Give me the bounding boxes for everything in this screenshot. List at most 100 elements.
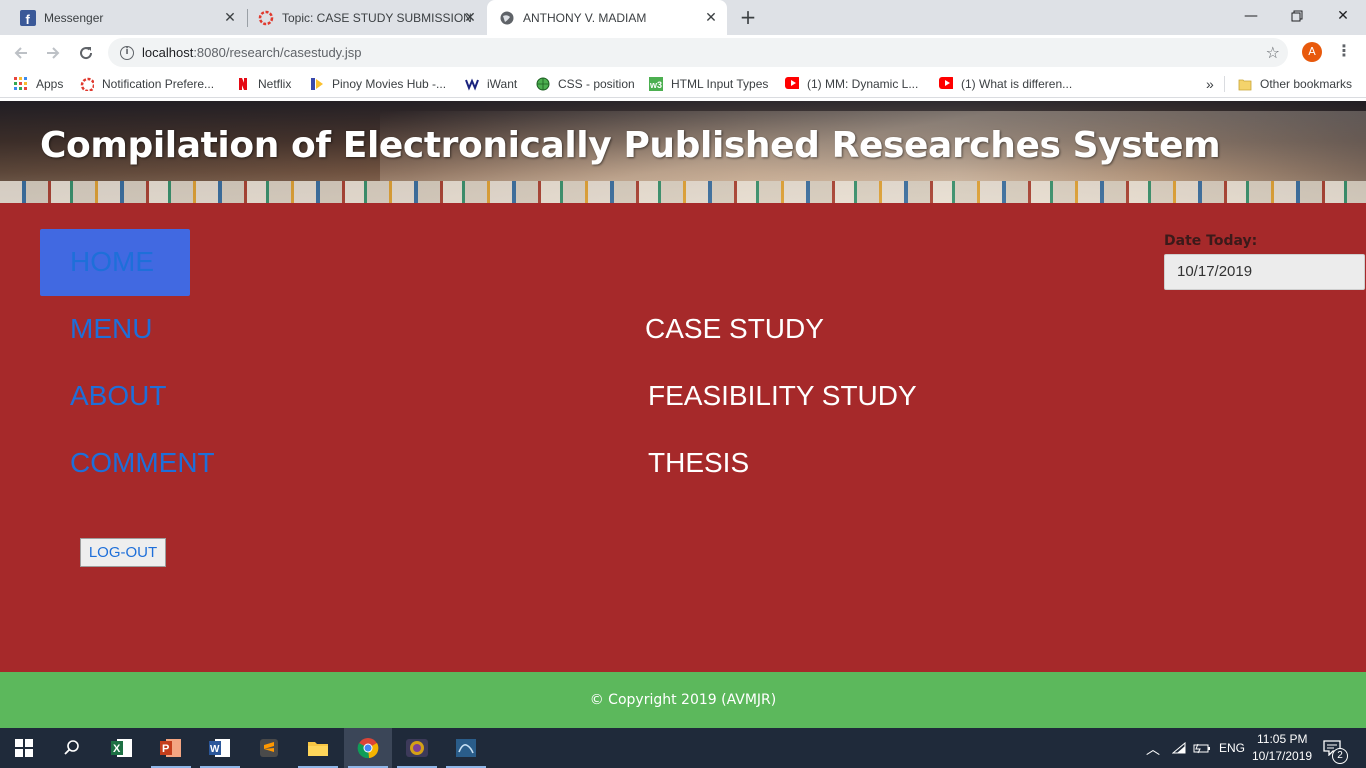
ring-icon [80,77,94,91]
battery-icon[interactable] [1193,742,1211,754]
restore-button[interactable] [1274,0,1320,32]
taskbar-game-launcher[interactable] [393,728,441,768]
new-tab-button[interactable]: + [737,7,759,29]
bookmark-css-position[interactable]: CSS - position [536,76,635,92]
bookmark-netflix[interactable]: Netflix [236,76,291,92]
sublime-text-icon [260,739,278,757]
bookmark-youtube-dynamic[interactable]: (1) MM: Dynamic L... [785,76,918,92]
nav-menu[interactable]: MENU [70,313,152,345]
bookmark-apps[interactable]: Apps [14,76,63,92]
word-icon: W [209,739,230,757]
close-icon[interactable]: ✕ [222,9,238,25]
url-text[interactable]: localhost:8080/research/casestudy.jsp [142,45,361,60]
svg-text:W: W [210,744,220,755]
header-banner: Compilation of Electronically Published … [0,101,1366,203]
forward-arrow-icon [47,47,60,59]
bookmark-label: Netflix [258,77,292,91]
bookmark-label: Apps [36,77,64,91]
bookmarks-overflow-button[interactable]: » [1206,76,1214,92]
restore-icon [1291,10,1303,22]
taskbar-powerpoint[interactable]: P [147,728,195,768]
main-content: HOME MENU ABOUT COMMENT CASE STUDY FEASI… [0,203,1366,672]
logout-button[interactable]: LOG-OUT [80,538,166,567]
bookmark-pinoy-movies-hub[interactable]: Pinoy Movies Hub -... [310,76,446,92]
bookmark-label: (1) MM: Dynamic L... [807,77,919,91]
link-feasibility-study[interactable]: FEASIBILITY STUDY [648,380,917,412]
profile-avatar[interactable]: A [1302,42,1322,62]
w3schools-icon: w3 [649,77,663,91]
bookmark-label: Other bookmarks [1260,77,1353,91]
forward-button[interactable] [41,41,65,65]
tab-messenger[interactable]: f Messenger ✕ [8,0,246,35]
site-title: Compilation of Electronically Published … [40,125,1221,166]
nav-about[interactable]: ABOUT [70,380,166,412]
powerpoint-icon: P [160,739,181,757]
bookmark-label: HTML Input Types [671,77,769,91]
browser-toolbar: i localhost:8080/research/casestudy.jsp … [0,35,1366,70]
tab-title: Topic: CASE STUDY SUBMISSION [282,10,472,25]
minimize-button[interactable]: — [1228,0,1274,32]
bookmark-label: Notification Prefere... [102,77,215,91]
tab-case-study-submission[interactable]: Topic: CASE STUDY SUBMISSION ✕ [248,0,486,35]
reload-button[interactable] [74,41,98,65]
language-indicator[interactable]: ENG [1219,741,1245,755]
clock-date[interactable]: 10/17/2019 [1252,749,1312,763]
notification-count-badge: 2 [1332,748,1348,764]
windows-taskbar: X P W ︿ ENG 11:05 PM 10/17/2019 2 [0,728,1366,768]
link-thesis[interactable]: THESIS [648,447,749,479]
globe-icon [536,77,550,91]
game-launcher-icon [406,739,428,757]
folder-icon [308,742,328,756]
windows-logo-icon [15,739,33,757]
taskbar-chrome[interactable] [344,728,392,768]
bookmark-other-bookmarks[interactable]: Other bookmarks [1238,76,1352,92]
start-button[interactable] [0,728,48,768]
search-button[interactable] [48,728,96,768]
bookmark-label: iWant [487,77,518,91]
close-window-button[interactable]: ✕ [1320,0,1366,32]
youtube-icon [939,77,953,89]
copyright-text: © Copyright 2019 (AVMJR) [589,692,777,708]
back-button[interactable] [9,41,33,65]
browser-tab-strip: f Messenger ✕ Topic: CASE STUDY SUBMISSI… [0,0,1366,35]
address-bar[interactable]: i localhost:8080/research/casestudy.jsp … [108,38,1288,67]
bookmark-star-icon[interactable]: ☆ [1266,43,1280,62]
chrome-icon [357,738,379,759]
bookmarks-divider [1224,76,1225,92]
folder-icon [1238,79,1252,91]
taskbar-sublime-text[interactable] [245,728,293,768]
bookmark-html-input-types[interactable]: w3 HTML Input Types [649,76,768,92]
taskbar-word[interactable]: W [196,728,244,768]
netflix-icon [239,78,247,90]
iwant-icon [465,78,479,91]
svg-text:w3: w3 [649,80,662,90]
facebook-icon: f [20,9,36,26]
taskbar-excel[interactable]: X [98,728,146,768]
nav-comment[interactable]: COMMENT [70,447,215,479]
bookmark-notification-preferences[interactable]: Notification Prefere... [80,76,214,92]
chrome-menu-icon[interactable]: ⋮ [1336,41,1352,60]
bookmark-youtube-difference[interactable]: (1) What is differen... [939,76,1072,92]
svg-text:f: f [26,12,31,26]
show-hidden-icons-button[interactable]: ︿ [1146,739,1160,759]
taskbar-file-explorer[interactable] [294,728,342,768]
bookmark-label: CSS - position [558,77,635,91]
ring-icon [258,10,274,26]
taskbar-mysql-workbench[interactable] [442,728,490,768]
close-icon[interactable]: ✕ [462,9,478,25]
link-case-study[interactable]: CASE STUDY [645,313,824,345]
date-label: Date Today: [1164,233,1258,249]
wifi-icon[interactable] [1172,742,1186,754]
bookmark-iwant[interactable]: iWant [465,76,517,92]
tab-title: ANTHONY V. MADIAM [523,10,647,25]
excel-icon: X [111,739,132,757]
bookmark-label: Pinoy Movies Hub -... [332,77,447,91]
info-icon[interactable]: i [120,45,134,60]
svg-text:X: X [113,743,121,755]
apps-grid-icon [14,77,27,90]
nav-home[interactable]: HOME [70,246,154,278]
clock-time[interactable]: 11:05 PM [1257,732,1307,746]
close-icon[interactable]: ✕ [703,9,719,25]
date-field[interactable]: 10/17/2019 [1164,254,1365,290]
tab-anthony-madiam[interactable]: ANTHONY V. MADIAM ✕ [487,0,727,35]
